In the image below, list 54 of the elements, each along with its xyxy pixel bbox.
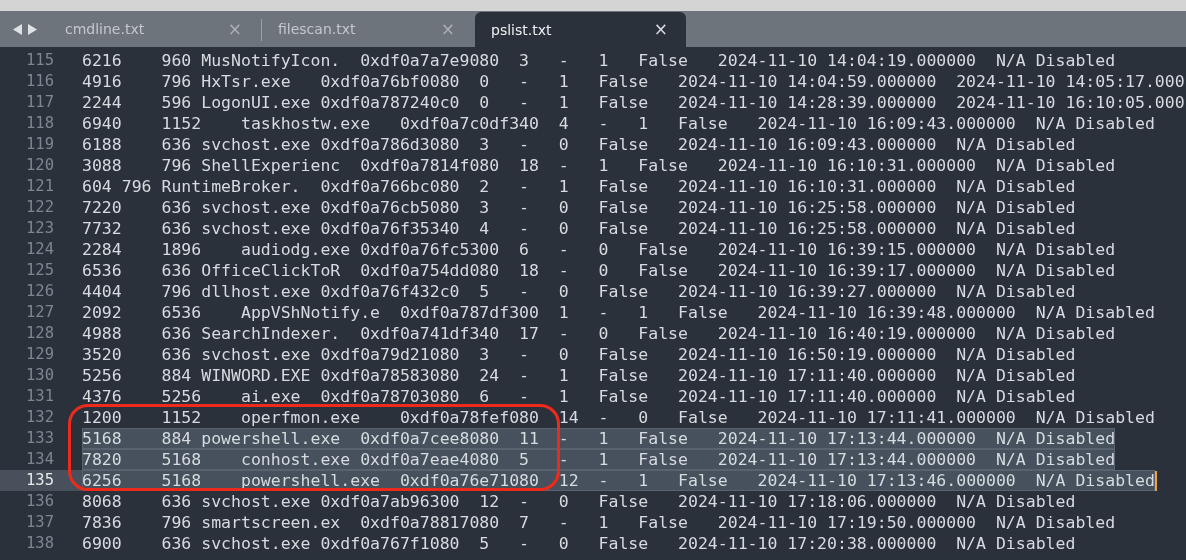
line-number: 118	[25, 113, 55, 134]
line-number: 129	[25, 344, 55, 365]
line-number: 124	[25, 239, 55, 260]
code-line: 2284 1896 audiodg.exe 0xdf0a76fc5300 6 - 0 False 2024-11-10 16:39:15.000000 N/A Disabled	[82, 239, 1116, 260]
line-number: 120	[25, 155, 55, 176]
line-number: 123	[25, 218, 55, 239]
code-line: 3520 636 svchost.exe 0xdf0a79d21080 3 - 0 False 2024-11-10 16:50:19.000000 N/A Disabled	[82, 344, 1076, 365]
line-number: 125	[25, 260, 55, 281]
line-number: 136	[25, 491, 55, 512]
code-line: 2092 6536 AppVShNotify.e 0xdf0a787df300 1 - 1 False 2024-11-10 16:39:48.000000 N/A Disabled	[82, 302, 1155, 323]
line-number: 138	[25, 533, 55, 554]
code-line: 4988 636 SearchIndexer. 0xdf0a741df340 17 - 0 False 2024-11-10 16:40:19.000000 N/A Disabled	[82, 323, 1116, 344]
line-number: 127	[25, 302, 55, 323]
line-number: 119	[25, 134, 55, 155]
file-tab[interactable]: pslist.txt ×	[475, 12, 686, 47]
code-line: 2244 596 LogonUI.exe 0xdf0a787240c0 0 - 1 False 2024-11-10 14:28:39.000000 2024-11-10 16:10:05.000	[82, 92, 1185, 113]
code-line: 3088 796 ShellExperienc 0xdf0a7814f080 18 - 1 False 2024-11-10 16:10:31.000000 N/A Disabled	[82, 155, 1116, 176]
close-button[interactable]: ×	[440, 20, 455, 38]
code-line: 6940 1152 taskhostw.exe 0xdf0a7c0df340 4 - 1 False 2024-11-10 16:09:43.000000 N/A Disabled	[82, 113, 1155, 134]
line-number: 126	[25, 281, 55, 302]
line-number: 116	[25, 71, 55, 92]
line-number: 122	[25, 197, 55, 218]
line-number: 121	[25, 176, 55, 197]
line-number: 134	[25, 449, 55, 470]
code-line: 604 796 RuntimeBroker. 0xdf0a766bc080 2 - 1 False 2024-11-10 16:10:31.000000 N/A Disabled	[82, 176, 1076, 197]
code-line: 1200 1152 operfmon.exe 0xdf0a78fef080 14 - 0 False 2024-11-10 17:11:41.000000 N/A Disabled	[82, 407, 1155, 428]
code-line: 6536 636 OfficeClickToR 0xdf0a754dd080 18 - 0 False 2024-11-10 16:39:17.000000 N/A Disabled	[82, 260, 1116, 281]
close-button[interactable]: ×	[653, 21, 668, 38]
code-line: 4916 796 HxTsr.exe 0xdf0a76bf0080 0 - 1 False 2024-11-10 14:04:59.000000 2024-11-10 14:05:17.000	[82, 71, 1185, 92]
code-line: 4404 796 dllhost.exe 0xdf0a76f432c0 5 - 0 False 2024-11-10 16:39:27.000000 N/A Disabled	[82, 281, 1076, 302]
line-number: 131	[25, 386, 55, 407]
code-line: 6216 960 MusNotifyIcon. 0xdf0a7a7e9080 3 - 1 False 2024-11-10 14:04:19.000000 N/A Disabled	[82, 50, 1116, 71]
line-number: 137	[25, 512, 55, 533]
code-line: 6188 636 svchost.exe 0xdf0a786d3080 3 - 0 False 2024-11-10 16:09:43.000000 N/A Disabled	[82, 134, 1076, 155]
left-arrow-icon	[13, 23, 22, 35]
code-line: 8068 636 svchost.exe 0xdf0a7ab96300 12 - 0 False 2024-11-10 17:18:06.000000 N/A Disabled	[82, 491, 1076, 512]
line-number: 115	[25, 50, 55, 71]
line-number: 135	[0, 470, 82, 491]
code-line: 5256 884 WINWORD.EXE 0xdf0a78583080 24 - 1 False 2024-11-10 17:11:40.000000 N/A Disabled	[82, 365, 1076, 386]
code-line: 6900 636 svchost.exe 0xdf0a767f1080 5 - 0 False 2024-11-10 17:20:38.000000 N/A Disabled	[82, 533, 1076, 554]
line-number: 128	[25, 323, 55, 344]
text-cursor	[1154, 470, 1157, 491]
code-line: 7732 636 svchost.exe 0xdf0a76f35340 4 - 0 False 2024-11-10 16:25:58.000000 N/A Disabled	[82, 218, 1076, 239]
code-line: 4376 5256 ai.exe 0xdf0a78703080 6 - 1 False 2024-11-10 17:11:40.000000 N/A Disabled	[82, 386, 1076, 407]
line-number: 132	[25, 407, 55, 428]
line-number: 130	[25, 365, 55, 386]
line-number: 133	[25, 428, 55, 449]
close-button[interactable]: ×	[227, 20, 242, 38]
right-arrow-icon	[28, 23, 37, 35]
line-number: 117	[25, 92, 55, 113]
code-line: 7220 636 svchost.exe 0xdf0a76cb5080 3 - 0 False 2024-11-10 16:25:58.000000 N/A Disabled	[82, 197, 1076, 218]
back-button[interactable]	[13, 23, 22, 35]
forward-button[interactable]	[28, 23, 37, 35]
code-line: 7836 796 smartscreen.ex 0xdf0a78817080 7 - 1 False 2024-11-10 17:19:50.000000 N/A Disabled	[82, 512, 1116, 533]
